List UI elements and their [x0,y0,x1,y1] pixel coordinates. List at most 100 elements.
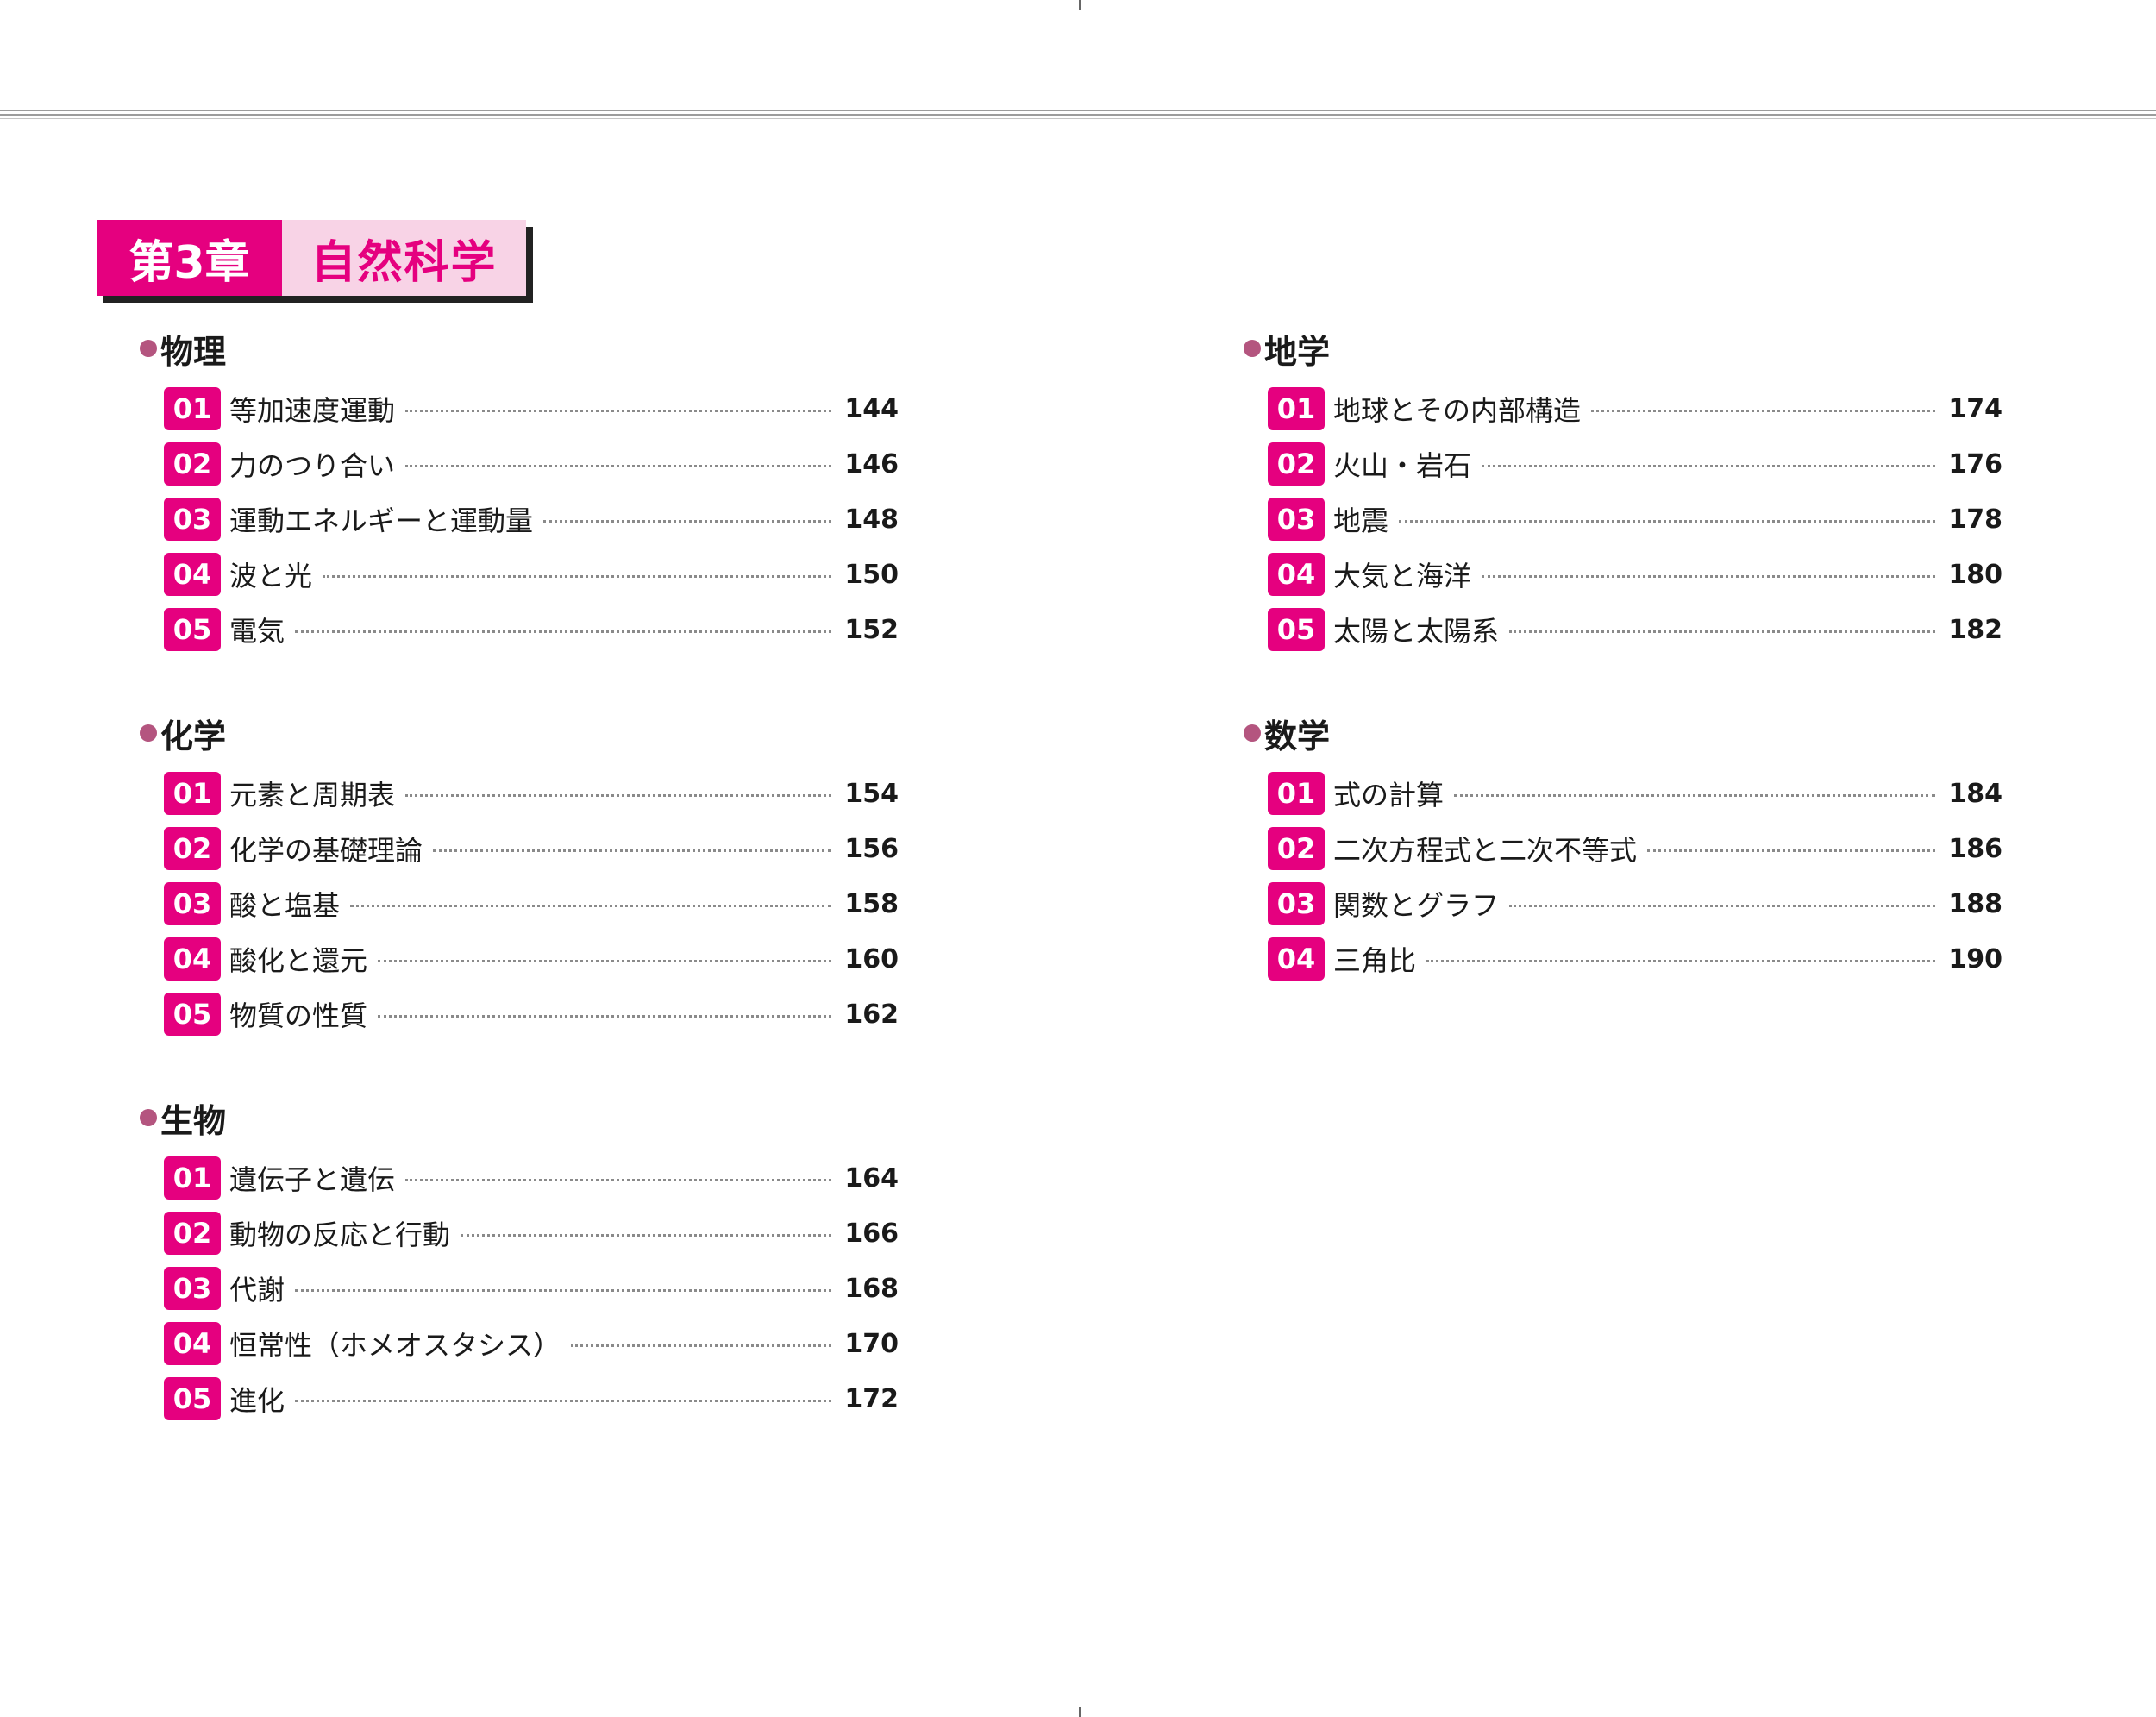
item-label: 大気と海洋 [1333,560,1472,592]
dotted-leader [1591,409,1935,412]
item-number-badge: 03 [1268,498,1325,541]
list-item[interactable]: 03 関数とグラフ 188 [1268,876,2002,931]
item-label: 酸と塩基 [229,889,341,922]
section-title: 生物 [160,1101,227,1140]
dotted-leader [1509,630,1935,633]
list-item[interactable]: 01 式の計算 184 [1268,766,2002,821]
page-number: 166 [844,1218,899,1249]
item-number-badge: 01 [164,772,221,815]
list-item[interactable]: 05 進化 172 [164,1371,899,1426]
item-label: 動物の反応と行動 [229,1219,451,1251]
item-label: 物質の性質 [229,999,368,1032]
list-item[interactable]: 03 酸と塩基 158 [164,876,899,931]
list-item[interactable]: 02 二次方程式と二次不等式 186 [1268,821,2002,876]
item-number-badge: 04 [1268,553,1325,596]
list-item[interactable]: 04 大気と海洋 180 [1268,547,2002,602]
bullet-icon [1244,724,1261,742]
item-label: 遺伝子と遺伝 [229,1163,396,1196]
item-number-badge: 05 [164,608,221,651]
list-item[interactable]: 01 等加速度運動 144 [164,381,899,436]
item-label: 等加速度運動 [229,394,396,427]
page-number: 164 [844,1162,899,1194]
dotted-leader [1482,574,1935,578]
page-number: 176 [1948,448,2002,479]
item-label: 地球とその内部構造 [1333,394,1582,427]
list-item[interactable]: 01 遺伝子と遺伝 164 [164,1150,899,1206]
section: 化学 01 元素と周期表 154 02 化学の基礎理論 156 03 酸と塩基 158 04 酸化と還… [95,709,899,1042]
item-number-badge: 03 [164,498,221,541]
page-number: 172 [844,1383,899,1414]
dotted-leader [543,519,831,523]
list-item[interactable]: 02 動物の反応と行動 166 [164,1206,899,1261]
dotted-leader [1647,849,1935,852]
list-item[interactable]: 04 恒常性（ホメオスタシス） 170 [164,1316,899,1371]
chapter-number: 第3章 [97,220,282,296]
page-number: 146 [844,448,899,479]
item-number-badge: 03 [1268,882,1325,925]
item-label: 二次方程式と二次不等式 [1333,834,1638,867]
item-label: 火山・岩石 [1333,449,1472,482]
page-number: 186 [1948,833,2002,864]
dotted-leader [323,574,831,578]
list-item[interactable]: 01 地球とその内部構造 174 [1268,381,2002,436]
page-number: 170 [844,1328,899,1359]
section-items: 01 元素と周期表 154 02 化学の基礎理論 156 03 酸と塩基 158 04 酸化と還元 1… [164,766,899,1042]
item-number-badge: 01 [164,1156,221,1200]
section: 数学 01 式の計算 184 02 二次方程式と二次不等式 186 03 関数とグラフ 188 04… [1199,709,2002,987]
page-number: 178 [1948,504,2002,535]
page-number: 160 [844,943,899,974]
section-title: 化学 [160,717,227,755]
dotted-leader [1399,519,1935,523]
item-label: 式の計算 [1333,779,1445,812]
dotted-leader [378,959,831,962]
item-label: 地震 [1333,504,1389,537]
chapter-heading: 第3章 自然科学 [97,220,533,303]
item-number-badge: 01 [164,387,221,430]
item-number-badge: 04 [1268,937,1325,981]
page-number: 180 [1948,559,2002,590]
list-item[interactable]: 03 運動エネルギーと運動量 148 [164,492,899,547]
list-item[interactable]: 03 代謝 168 [164,1261,899,1316]
item-number-badge: 02 [1268,442,1325,486]
page-number: 154 [844,778,899,809]
list-item[interactable]: 04 三角比 190 [1268,931,2002,987]
list-item[interactable]: 03 地震 178 [1268,492,2002,547]
item-number-badge: 05 [164,1377,221,1420]
page-number: 188 [1948,888,2002,919]
list-item[interactable]: 02 化学の基礎理論 156 [164,821,899,876]
page-number: 182 [1948,614,2002,645]
page-number: 190 [1948,943,2002,974]
list-item[interactable]: 05 電気 152 [164,602,899,657]
section-title: 地学 [1264,332,1331,371]
item-label: 化学の基礎理論 [229,834,423,867]
section: 物理 01 等加速度運動 144 02 力のつり合い 146 03 運動エネルギーと運動量 148… [95,324,899,657]
section-heading: 生物 [95,1093,871,1142]
item-label: 運動エネルギーと運動量 [229,504,534,537]
section-items: 01 地球とその内部構造 174 02 火山・岩石 176 03 地震 178 04 大気と海洋 18… [1268,381,2002,657]
list-item[interactable]: 02 火山・岩石 176 [1268,436,2002,492]
page-number: 158 [844,888,899,919]
section-heading: 地学 [1199,324,1975,373]
page-number: 148 [844,504,899,535]
item-number-badge: 05 [1268,608,1325,651]
item-label: 元素と周期表 [229,779,396,812]
header-rule [0,114,2156,116]
list-item[interactable]: 01 元素と周期表 154 [164,766,899,821]
list-item[interactable]: 05 物質の性質 162 [164,987,899,1042]
list-item[interactable]: 02 力のつり合い 146 [164,436,899,492]
page-number: 162 [844,999,899,1030]
section-title: 数学 [1264,717,1331,755]
page-number: 144 [844,393,899,424]
item-label: 太陽と太陽系 [1333,615,1500,648]
list-item[interactable]: 05 太陽と太陽系 182 [1268,602,2002,657]
bullet-icon [140,724,157,742]
dotted-leader [1426,959,1935,962]
section-items: 01 遺伝子と遺伝 164 02 動物の反応と行動 166 03 代謝 168 04 恒常性（ホメオ… [164,1150,899,1426]
list-item[interactable]: 04 波と光 150 [164,547,899,602]
item-label: 代謝 [229,1274,285,1307]
page-number: 184 [1948,778,2002,809]
list-item[interactable]: 04 酸化と還元 160 [164,931,899,987]
item-label: 波と光 [229,560,313,592]
page-number: 150 [844,559,899,590]
item-number-badge: 01 [1268,772,1325,815]
